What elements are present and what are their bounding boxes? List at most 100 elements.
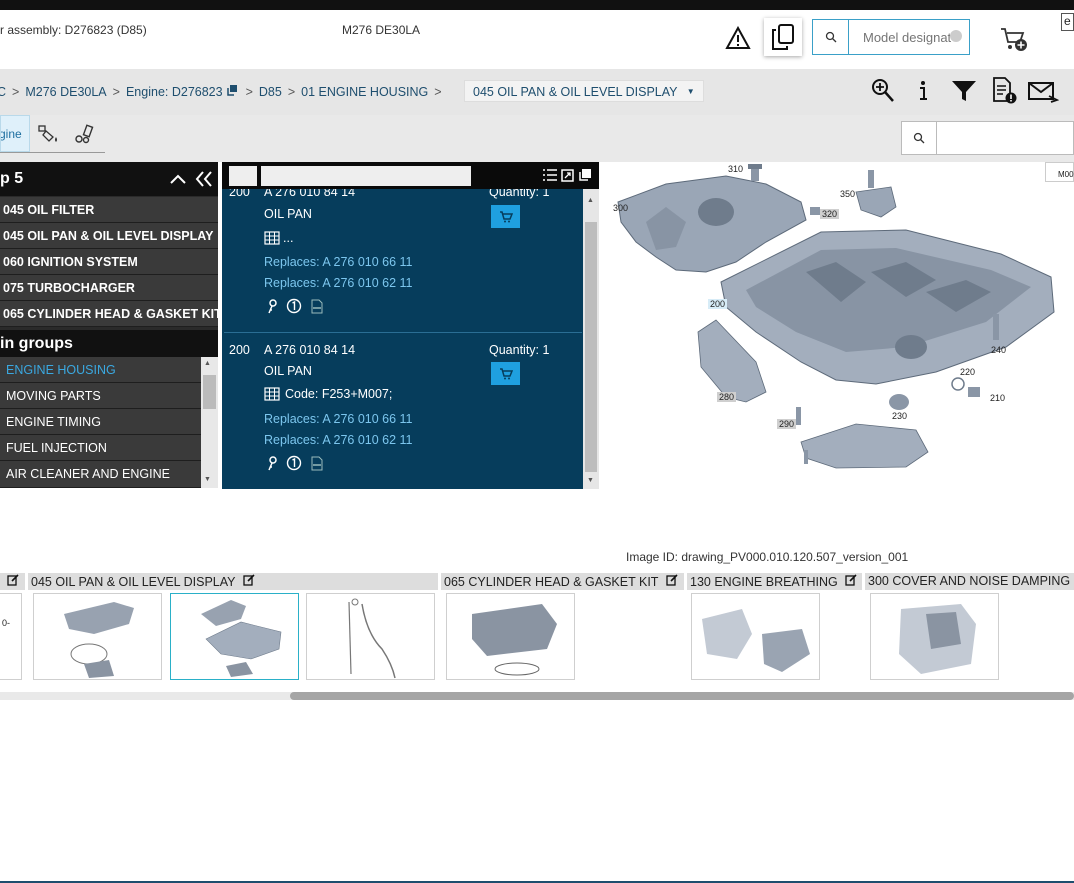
diagram-thumbnail[interactable] bbox=[691, 593, 820, 680]
callout-label[interactable]: 200 bbox=[708, 299, 728, 309]
model-search[interactable] bbox=[812, 19, 970, 55]
tab-tools-icon[interactable] bbox=[72, 121, 98, 147]
collapse-left-icon[interactable] bbox=[193, 170, 215, 188]
filter-icon[interactable] bbox=[950, 78, 978, 104]
strip-group-label: 065 CYLINDER HEAD & GASKET KIT bbox=[441, 573, 684, 590]
add-to-cart-button[interactable] bbox=[491, 205, 520, 228]
scroll-down-icon[interactable]: ▼ bbox=[204, 476, 211, 483]
info-icon[interactable] bbox=[912, 78, 934, 104]
callout-label[interactable]: 210 bbox=[990, 393, 1005, 403]
breadcrumb-separator: > bbox=[245, 84, 253, 99]
callout-label[interactable]: 290 bbox=[777, 419, 797, 429]
main-group-item[interactable]: MOVING PARTS bbox=[0, 383, 201, 409]
number-one-icon[interactable] bbox=[286, 298, 302, 314]
breadcrumb-item[interactable]: M276 DE30LA bbox=[25, 85, 106, 99]
corner-box[interactable]: e bbox=[1061, 13, 1074, 31]
collapse-up-icon[interactable] bbox=[168, 170, 188, 188]
tab-engine-label: gine bbox=[0, 127, 22, 141]
warning-icon[interactable] bbox=[724, 25, 752, 51]
key-icon[interactable] bbox=[266, 455, 278, 471]
diagram-thumbnail[interactable] bbox=[870, 593, 999, 680]
scroll-up-icon[interactable]: ▲ bbox=[204, 360, 211, 367]
part-code: ... bbox=[283, 231, 294, 245]
mail-icon[interactable] bbox=[1027, 79, 1059, 105]
callout-label[interactable]: 230 bbox=[892, 411, 907, 421]
breadcrumb-dropdown[interactable]: 045 OIL PAN & OIL LEVEL DISPLAY ▼ bbox=[464, 80, 704, 102]
add-to-cart-button[interactable] bbox=[491, 362, 520, 385]
diagram-thumbnail[interactable] bbox=[446, 593, 575, 680]
key-icon[interactable] bbox=[266, 298, 278, 314]
part-filter-input[interactable] bbox=[261, 166, 471, 186]
part-code-row: ... bbox=[264, 231, 293, 245]
part-replaces[interactable]: Replaces: A 276 010 66 11 bbox=[264, 255, 413, 269]
strip-group-title: 130 ENGINE BREATHING bbox=[690, 575, 838, 589]
callout-label[interactable]: 280 bbox=[717, 392, 737, 402]
edit-icon[interactable] bbox=[7, 574, 19, 586]
search-icon[interactable] bbox=[813, 20, 849, 54]
table-icon bbox=[264, 387, 280, 401]
part-replaces[interactable]: Replaces: A 276 010 62 11 bbox=[264, 433, 413, 447]
edit-icon[interactable] bbox=[845, 574, 857, 586]
tab-underline bbox=[0, 152, 105, 153]
main-group-item[interactable]: ENGINE TIMING bbox=[0, 409, 201, 435]
diagram-thumbnail[interactable]: 0- bbox=[0, 593, 22, 680]
main-group-item[interactable]: FUEL INJECTION bbox=[0, 435, 201, 461]
callout-label[interactable]: 310 bbox=[728, 164, 743, 174]
part-divider bbox=[224, 332, 582, 333]
parts-scroll-thumb[interactable] bbox=[585, 222, 597, 472]
callout-label[interactable]: 220 bbox=[960, 367, 975, 377]
strip-group-title: 045 OIL PAN & OIL LEVEL DISPLAY bbox=[31, 575, 236, 589]
wis-document-icon[interactable] bbox=[310, 299, 324, 314]
edit-icon[interactable] bbox=[666, 574, 678, 586]
part-position: 200 bbox=[229, 343, 250, 357]
copy-small-icon[interactable] bbox=[226, 84, 238, 99]
scroll-up-icon[interactable]: ▲ bbox=[587, 197, 594, 204]
subgroup-item[interactable]: 045 OIL FILTER bbox=[0, 197, 218, 223]
diagram-thumbnail[interactable] bbox=[306, 593, 435, 680]
list-view-icon[interactable] bbox=[543, 168, 557, 182]
edit-icon[interactable] bbox=[243, 574, 255, 586]
subgroup-item[interactable]: 075 TURBOCHARGER bbox=[0, 275, 218, 301]
cart-add-icon[interactable] bbox=[998, 24, 1030, 54]
diagram-thumbnail-selected[interactable] bbox=[170, 593, 299, 680]
main-groups-header: in groups bbox=[0, 330, 218, 357]
thumbnail-scroll-thumb[interactable] bbox=[290, 692, 1074, 700]
scroll-down-icon[interactable]: ▼ bbox=[587, 477, 594, 484]
callout-label[interactable]: 350 bbox=[840, 189, 855, 199]
main-group-item[interactable]: ENGINE HOUSING bbox=[0, 357, 201, 383]
number-one-icon[interactable] bbox=[286, 455, 302, 471]
strip-group-title: 300 COVER AND NOISE DAMPING bbox=[868, 574, 1071, 588]
part-name: OIL PAN bbox=[264, 207, 312, 221]
search-icon[interactable] bbox=[902, 122, 937, 154]
part-code-row: Code: F253+M007; bbox=[264, 387, 392, 401]
subgroup-item[interactable]: 060 IGNITION SYSTEM bbox=[0, 249, 218, 275]
part-number[interactable]: A 276 010 84 14 bbox=[264, 343, 355, 357]
part-replaces[interactable]: Replaces: A 276 010 66 11 bbox=[264, 412, 413, 426]
subgroup-item[interactable]: 045 OIL PAN & OIL LEVEL DISPLAY bbox=[0, 223, 218, 249]
breadcrumb-item[interactable]: Engine: D276823 bbox=[126, 85, 223, 99]
secondary-search[interactable] bbox=[901, 121, 1074, 155]
zoom-in-icon[interactable] bbox=[870, 77, 896, 105]
breadcrumb-item[interactable]: 01 ENGINE HOUSING bbox=[301, 85, 428, 99]
main-groups-scroll-thumb[interactable] bbox=[203, 375, 216, 409]
part-replaces[interactable]: Replaces: A 276 010 62 11 bbox=[264, 276, 413, 290]
breadcrumb-item[interactable]: D85 bbox=[259, 85, 282, 99]
main-group-item[interactable]: AIR CLEANER AND ENGINE bbox=[0, 461, 201, 488]
breadcrumb-item[interactable]: C bbox=[0, 85, 6, 99]
copy-icon[interactable] bbox=[764, 18, 802, 56]
diagram-thumbnail[interactable] bbox=[33, 593, 162, 680]
popout-icon[interactable] bbox=[577, 167, 592, 182]
callout-label[interactable]: 240 bbox=[991, 345, 1006, 355]
document-alert-icon[interactable] bbox=[990, 77, 1018, 105]
subgroup-item[interactable]: 065 CYLINDER HEAD & GASKET KIT bbox=[0, 301, 218, 327]
expand-icon[interactable] bbox=[560, 168, 574, 182]
clear-search-icon[interactable] bbox=[950, 30, 962, 42]
callout-label[interactable]: 300 bbox=[613, 203, 628, 213]
tab-fluid-icon[interactable] bbox=[36, 121, 62, 147]
tab-engine[interactable]: gine bbox=[0, 115, 30, 152]
callout-label[interactable]: 320 bbox=[820, 209, 840, 219]
position-filter-input[interactable] bbox=[229, 166, 257, 186]
part-name: OIL PAN bbox=[264, 364, 312, 378]
breadcrumb-separator: > bbox=[12, 84, 20, 99]
wis-document-icon[interactable] bbox=[310, 456, 324, 471]
